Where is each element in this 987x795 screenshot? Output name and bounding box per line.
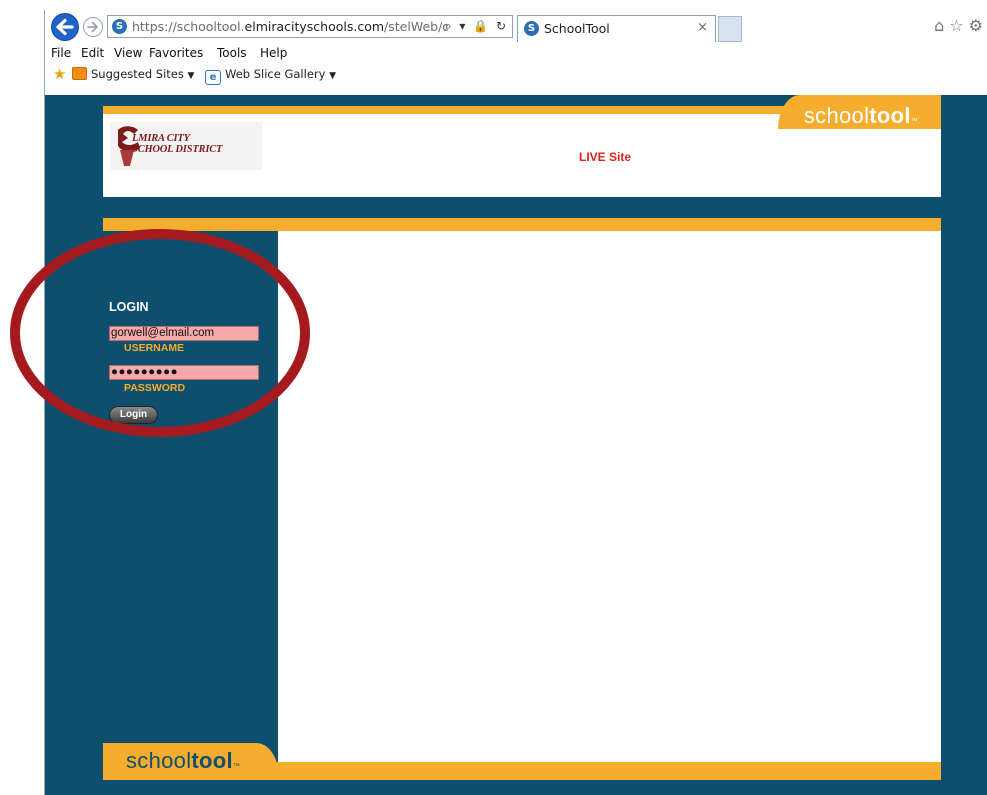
menu-view[interactable]: View bbox=[114, 43, 142, 63]
chevron-down-icon: ▼ bbox=[329, 71, 337, 81]
url-text[interactable]: https://schooltool.elmiracityschools.com… bbox=[132, 16, 448, 37]
suggested-sites-button[interactable]: Suggested Sites ▼ bbox=[72, 64, 194, 87]
web-slice-gallery-button[interactable]: e Web Slice Gallery ▼ bbox=[205, 64, 336, 87]
address-tools-icons[interactable]: ⌕ ▾ 🔒 ↻ bbox=[445, 16, 508, 37]
menu-bar: File Edit View Favorites Tools Help bbox=[45, 43, 987, 63]
back-button[interactable] bbox=[51, 13, 79, 41]
tab-close-icon[interactable]: × bbox=[697, 16, 708, 40]
menu-file[interactable]: File bbox=[51, 43, 71, 63]
home-favorites-settings-icons[interactable]: ⌂☆⚙ bbox=[934, 16, 987, 35]
schooltool-logo-top: schooltool™ bbox=[803, 103, 919, 128]
menu-edit[interactable]: Edit bbox=[81, 43, 104, 63]
district-logo: LMIRA CITY SCHOOL DISTRICT bbox=[110, 122, 262, 170]
site-favicon-icon: S bbox=[112, 19, 127, 34]
suggested-sites-icon bbox=[72, 67, 87, 80]
schooltool-page: schooltool™ LMIRA CITY SCHOOL DISTRICT LI… bbox=[45, 95, 987, 795]
nav-accent-strip bbox=[103, 218, 941, 231]
forward-arrow-icon bbox=[87, 21, 98, 33]
address-bar[interactable]: S https://schooltool.elmiracityschools.c… bbox=[107, 15, 513, 38]
password-input[interactable]: ●●●●●●●●● bbox=[109, 365, 259, 380]
username-input[interactable]: gorwell@elmail.com bbox=[109, 326, 259, 341]
tab-schooltool[interactable]: S SchoolTool × bbox=[517, 15, 716, 42]
login-heading: LOGIN bbox=[109, 300, 149, 314]
menu-help[interactable]: Help bbox=[260, 43, 287, 63]
favorites-bar: ★ Suggested Sites ▼ e Web Slice Gallery ▼ bbox=[45, 64, 987, 85]
schooltool-logo-bottom: schooltool™ bbox=[126, 748, 241, 773]
browser-window: S https://schooltool.elmiracityschools.c… bbox=[44, 10, 987, 795]
password-label: PASSWORD bbox=[124, 382, 186, 394]
main-content-area bbox=[278, 231, 941, 762]
tab-title: SchoolTool bbox=[544, 21, 610, 36]
new-tab-button[interactable] bbox=[718, 16, 742, 42]
login-button[interactable]: Login bbox=[109, 406, 158, 424]
forward-button[interactable] bbox=[83, 17, 103, 37]
favorites-star-icon[interactable]: ★ bbox=[53, 64, 66, 85]
district-name: LMIRA CITY SCHOOL DISTRICT bbox=[132, 133, 223, 155]
menu-favorites[interactable]: Favorites bbox=[149, 43, 203, 63]
chevron-down-icon: ▼ bbox=[187, 71, 195, 81]
menu-tools[interactable]: Tools bbox=[217, 43, 247, 63]
browser-toolbar: S https://schooltool.elmiracityschools.c… bbox=[45, 10, 987, 42]
tab-favicon-icon: S bbox=[524, 21, 539, 36]
back-arrow-icon bbox=[56, 18, 74, 36]
username-label: USERNAME bbox=[124, 342, 185, 354]
live-site-label: LIVE Site bbox=[579, 150, 632, 164]
web-slice-icon: e bbox=[205, 70, 221, 85]
